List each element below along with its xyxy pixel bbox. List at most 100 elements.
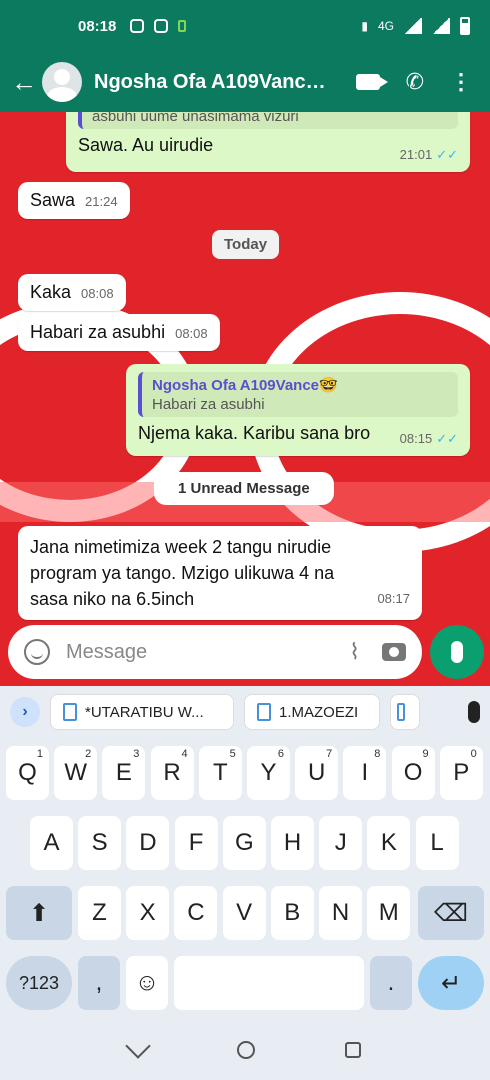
keyboard: › *UTARATIBU W... 1.MAZOEZI Q1W2E3R4T5Y6… [0, 686, 490, 1020]
battery-icon [460, 17, 470, 35]
more-options-icon[interactable]: ⋮ [450, 71, 472, 93]
backspace-key[interactable]: ⌫ [418, 886, 484, 940]
message-input[interactable]: Message ⌇ [8, 625, 422, 679]
space-key[interactable] [174, 956, 364, 1010]
message-text: Sawa [30, 190, 76, 210]
shift-key[interactable]: ⬆ [6, 886, 72, 940]
message-bubble-incoming[interactable]: Jana nimetimiza week 2 tangu nirudie pro… [18, 526, 422, 620]
suggestion-strip: › *UTARATIBU W... 1.MAZOEZI [0, 686, 490, 738]
network-label: 4G [377, 19, 394, 33]
message-text: Habari za asubhi [30, 322, 166, 342]
video-call-icon[interactable] [355, 74, 388, 90]
message-bubble-outgoing[interactable]: asbuhi uume unasimama vizuri Sawa. Au ui… [66, 112, 470, 172]
message-bubble-outgoing[interactable]: Ngosha Ofa A109Vance🤓 Habari za asubhi N… [126, 364, 470, 456]
key-z[interactable]: Z [78, 886, 121, 940]
message-text-line: Jana nimetimiza week 2 tangu nirudie [30, 537, 332, 557]
quoted-message[interactable]: asbuhi uume unasimama vizuri [78, 112, 458, 129]
message-text-line: sasa niko na 6.5inch [30, 589, 195, 609]
avatar[interactable] [42, 62, 82, 102]
camera-icon[interactable] [382, 643, 406, 661]
key-o[interactable]: O9 [391, 746, 435, 800]
enter-key[interactable]: ↵ [418, 956, 484, 1010]
back-arrow-icon[interactable]: ← [10, 67, 38, 98]
voice-record-button[interactable] [430, 625, 484, 679]
keyboard-row-2: ASDFGHJKL [0, 816, 490, 872]
clipboard-icon [397, 703, 405, 721]
date-separator: Today [212, 230, 280, 259]
navigation-bar [0, 1020, 490, 1080]
message-bubble-incoming[interactable]: Sawa 21:24 [18, 182, 130, 219]
comma-key[interactable]: , [78, 956, 120, 1010]
emoji-icon[interactable] [24, 639, 50, 665]
message-time: 08:08 [81, 286, 114, 301]
clipboard-suggestion[interactable]: *UTARATIBU W... [50, 694, 234, 730]
recents-nav-icon[interactable] [345, 1042, 361, 1058]
key-a[interactable]: A [30, 816, 73, 870]
message-text: Kaka [30, 282, 72, 302]
key-k[interactable]: K [367, 816, 411, 870]
message-placeholder[interactable]: Message [66, 641, 349, 664]
chat-title[interactable]: Ngosha Ofa A109Vance… [94, 71, 334, 94]
compose-bar: Message ⌇ [0, 623, 490, 683]
status-bar: 08:18 ▮ 4G [0, 0, 490, 52]
key-b[interactable]: B [270, 886, 314, 940]
message-bubble-incoming[interactable]: Habari za asubhi 08:08 [18, 314, 220, 351]
message-text: Sawa. Au uirudie [78, 135, 214, 155]
chat-header: ← Ngosha Ofa A109Vance… ✆ ⋮ [0, 52, 490, 112]
vibrate-icon: ▮ [361, 19, 368, 33]
message-bubble-incoming[interactable]: Kaka 08:08 [18, 274, 126, 311]
clipboard-suggestion[interactable]: 1.MAZOEZI [244, 694, 380, 730]
expand-toolbar-icon[interactable]: › [10, 697, 40, 727]
symbols-key[interactable]: ?123 [6, 956, 72, 1010]
radio-icon [130, 19, 145, 33]
voice-input-icon[interactable] [468, 701, 480, 723]
signal-icon-2 [432, 18, 450, 34]
attach-icon[interactable]: ⌇ [349, 639, 360, 665]
key-h[interactable]: H [271, 816, 314, 870]
key-c[interactable]: C [174, 886, 218, 940]
quoted-message[interactable]: Ngosha Ofa A109Vance🤓 Habari za asubhi [138, 372, 458, 417]
message-time: 21:01 [399, 147, 433, 162]
back-nav-icon[interactable] [125, 1033, 151, 1059]
key-e[interactable]: E3 [102, 746, 146, 800]
key-l[interactable]: L [415, 816, 459, 870]
battery-saver-icon [178, 20, 187, 32]
key-x[interactable]: X [126, 886, 170, 940]
key-y[interactable]: Y6 [247, 746, 290, 800]
key-w[interactable]: W2 [54, 746, 98, 800]
chat-area[interactable]: asbuhi uume unasimama vizuri Sawa. Au ui… [0, 112, 490, 686]
read-ticks-icon: ✓✓ [436, 431, 458, 446]
unread-separator: 1 Unread Message [154, 472, 334, 505]
message-text-line: program ya tango. Mzigo ulikuwa 4 na [30, 563, 335, 583]
key-p[interactable]: P0 [439, 746, 483, 800]
key-u[interactable]: U7 [295, 746, 339, 800]
key-t[interactable]: T5 [198, 746, 242, 800]
home-nav-icon[interactable] [237, 1041, 255, 1059]
key-g[interactable]: G [222, 816, 266, 870]
top-bar: 08:18 ▮ 4G ← Ngosha Ofa A109Vance… ✆ ⋮ [0, 0, 490, 112]
clipboard-suggestion[interactable] [390, 694, 420, 730]
keyboard-row-1: Q1W2E3R4T5Y6U7I8O9P0 [0, 746, 490, 802]
key-n[interactable]: N [319, 886, 362, 940]
key-i[interactable]: I8 [343, 746, 387, 800]
key-v[interactable]: V [222, 886, 266, 940]
key-d[interactable]: D [126, 816, 170, 870]
key-f[interactable]: F [174, 816, 218, 870]
period-key[interactable]: . [370, 956, 412, 1010]
key-q[interactable]: Q1 [6, 746, 49, 800]
key-s[interactable]: S [78, 816, 122, 870]
signal-icon [404, 18, 422, 34]
key-m[interactable]: M [367, 886, 411, 940]
clipboard-icon [63, 703, 77, 721]
message-text: Njema kaka. Karibu sana bro [138, 423, 371, 443]
key-j[interactable]: J [319, 816, 363, 870]
message-time: 08:17 [377, 591, 410, 606]
message-time: 08:15 [399, 431, 433, 446]
keyboard-row-3: ⬆ ⌫ ZXCVBNM [0, 886, 490, 942]
key-r[interactable]: R4 [150, 746, 194, 800]
phone-icon[interactable]: ✆ [406, 69, 424, 95]
message-time: 08:08 [175, 326, 208, 341]
read-ticks-icon: ✓✓ [436, 147, 458, 162]
emoji-key[interactable]: ☺ [126, 956, 168, 1010]
status-time: 08:18 [78, 17, 117, 35]
